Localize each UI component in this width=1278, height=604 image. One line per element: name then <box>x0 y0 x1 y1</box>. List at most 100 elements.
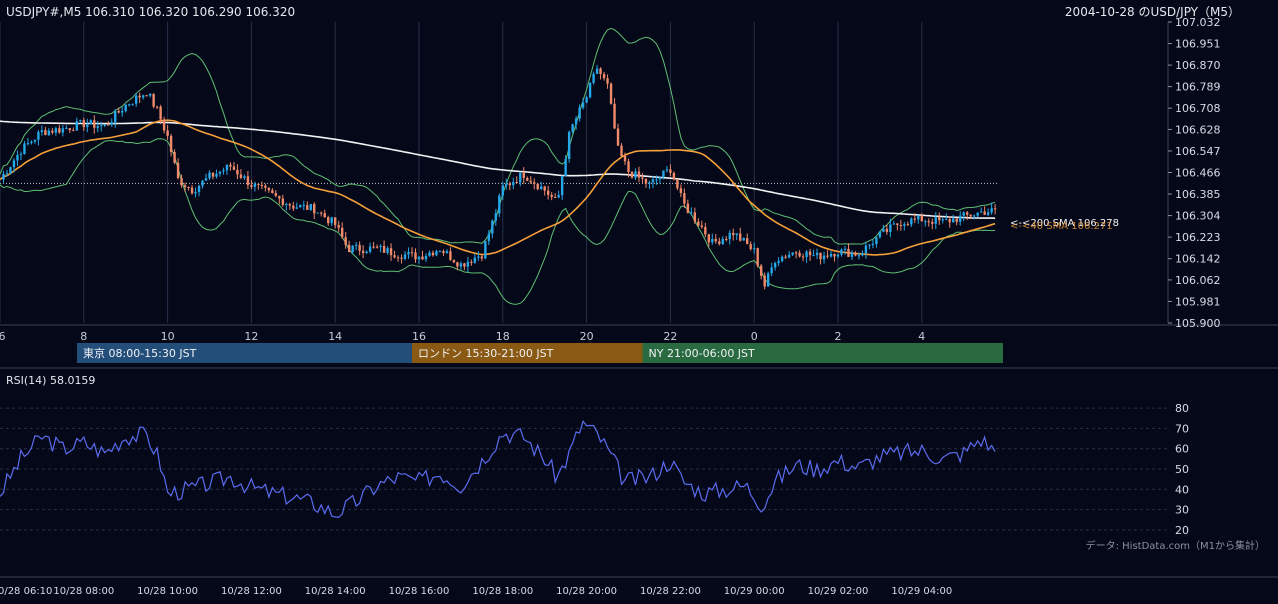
candle-body-85 <box>295 207 298 209</box>
candle-body-274 <box>955 218 958 222</box>
candle-body-211 <box>735 233 738 236</box>
candle-body-122 <box>424 255 428 260</box>
candle-body-13 <box>44 130 47 136</box>
chart-svg: 6 8 10 12 14 16 18 20 22 0 2 4 107.032106.951106.87… <box>0 0 1278 600</box>
candle-body-272 <box>948 219 951 223</box>
candle-body-117 <box>407 252 410 255</box>
candle-body-29 <box>100 125 103 127</box>
candle-body-4 <box>12 160 16 168</box>
candle-body-172 <box>599 68 602 74</box>
candle-body-110 <box>382 245 386 253</box>
sma40-label: <-<40 SMA 106.271 <box>1010 221 1113 232</box>
candle-body-118 <box>410 252 414 254</box>
candle-body-47 <box>162 119 166 131</box>
candle-body-273 <box>952 218 955 223</box>
candle-body-224 <box>780 256 784 261</box>
candle-body-222 <box>773 263 777 268</box>
candle-body-83 <box>288 204 292 206</box>
time-tick-11: 10/29 04:00 <box>891 586 952 597</box>
time-tick-0: 10/28 06:10 <box>0 586 52 597</box>
session-label-1: ロンドン 15:30-21:00 JST <box>418 347 554 360</box>
candle-body-230 <box>801 256 805 258</box>
candle-body-149 <box>519 172 522 183</box>
candle-body-214 <box>746 238 749 245</box>
candle-body-89 <box>309 203 312 210</box>
candle-body-198 <box>690 212 693 214</box>
candle-body-97 <box>337 225 340 228</box>
candle-body-136 <box>473 257 477 263</box>
candle-body-145 <box>505 183 508 186</box>
candle-body-75 <box>260 184 264 186</box>
candle-body-111 <box>386 248 389 253</box>
candle-body-164 <box>571 124 574 132</box>
candle-body-264 <box>920 215 923 222</box>
candle-body-135 <box>470 261 473 263</box>
candle-body-104 <box>361 250 365 253</box>
candle-body-62 <box>215 173 218 177</box>
candle-body-92 <box>320 212 323 214</box>
candle-body-261 <box>910 218 913 225</box>
candle-body-262 <box>913 218 917 220</box>
candle-body-240 <box>836 254 840 257</box>
rsi-ytick-3: 50 <box>1175 463 1189 476</box>
candle-body-113 <box>393 255 396 258</box>
candle-body-201 <box>700 225 704 228</box>
candle-body-143 <box>498 195 501 214</box>
candle-body-56 <box>194 192 197 194</box>
candle-body-176 <box>613 103 616 129</box>
candle-body-196 <box>683 193 686 204</box>
candle-body-64 <box>222 170 225 172</box>
candle-body-260 <box>906 224 910 226</box>
candle-body-223 <box>777 260 780 264</box>
candle-body-218 <box>759 265 763 276</box>
candle-body-42 <box>145 95 148 97</box>
candle-body-57 <box>197 185 201 193</box>
candle-body-190 <box>662 170 665 178</box>
candle-body-269 <box>938 217 941 221</box>
candle-body-106 <box>368 246 372 252</box>
candle-body-102 <box>354 244 358 246</box>
price-xtick-8: 22 <box>663 330 677 343</box>
candle-body-33 <box>114 111 117 123</box>
candle-body-71 <box>246 176 250 186</box>
candle-body-127 <box>442 251 445 254</box>
candle-body-91 <box>316 212 319 214</box>
candle-body-5 <box>16 154 19 161</box>
candle-body-44 <box>152 93 155 107</box>
candle-body-108 <box>375 246 379 248</box>
candle-body-34 <box>117 111 120 113</box>
candle-body-10 <box>33 139 37 142</box>
candle-body-284 <box>990 208 993 213</box>
candle-body-254 <box>885 228 889 232</box>
candle-body-98 <box>340 227 344 238</box>
candle-body-129 <box>449 251 452 260</box>
price-ytick-12: 106.062 <box>1175 274 1221 287</box>
candle-body-61 <box>211 172 215 177</box>
candle-body-206 <box>718 241 721 245</box>
candle-body-243 <box>847 248 850 257</box>
candle-body-258 <box>899 224 903 226</box>
candle-body-281 <box>979 211 983 213</box>
time-tick-5: 10/28 16:00 <box>389 586 450 597</box>
candle-body-259 <box>903 224 906 226</box>
candle-body-253 <box>882 228 885 232</box>
candle-body-18 <box>61 128 65 133</box>
candle-body-251 <box>875 237 878 244</box>
candle-body-237 <box>826 255 829 257</box>
price-ytick-2: 106.870 <box>1175 59 1221 72</box>
candle-body-30 <box>103 124 106 126</box>
candle-body-202 <box>704 227 707 235</box>
candle-body-79 <box>274 193 278 196</box>
candle-body-130 <box>452 259 456 263</box>
candle-body-49 <box>169 135 173 152</box>
candle-body-1 <box>2 173 5 180</box>
candle-body-103 <box>358 244 361 251</box>
price-axis: 107.032106.951106.870106.789106.708106.6… <box>1167 16 1221 330</box>
candle-body-192 <box>669 169 672 173</box>
candle-body-278 <box>969 214 972 217</box>
candle-body-72 <box>250 185 253 187</box>
candle-body-88 <box>306 205 309 210</box>
candle-body-70 <box>243 176 246 178</box>
candle-body-186 <box>648 182 651 184</box>
price-ytick-13: 105.981 <box>1175 295 1221 308</box>
